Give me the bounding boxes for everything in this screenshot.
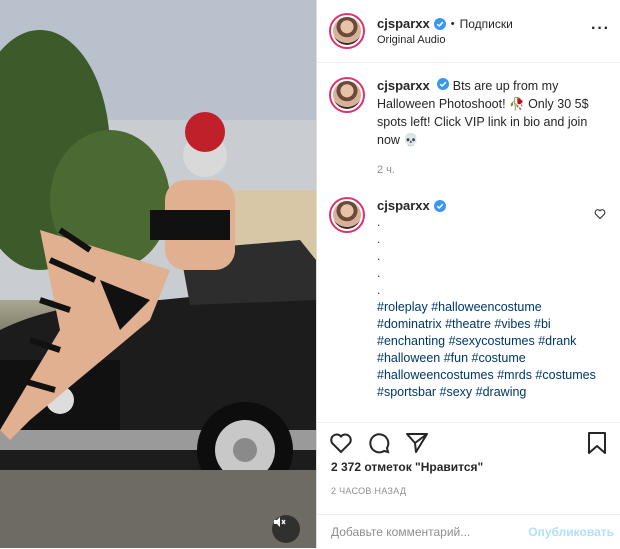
heart-icon[interactable] (329, 431, 353, 460)
avatar[interactable] (329, 197, 365, 233)
add-comment-bar: Добавьте комментарий... Опубликовать (317, 514, 620, 549)
mute-button[interactable] (272, 515, 300, 543)
likes-count[interactable]: 2 372 отметок "Нравится" (331, 460, 483, 474)
comment-dots: . . . . . (377, 215, 381, 297)
publish-button[interactable]: Опубликовать (528, 525, 614, 539)
comment-input[interactable]: Добавьте комментарий... (331, 525, 470, 539)
hashtag-comment: cjsparxx . . . . . #roleplay #halloweenc… (317, 179, 620, 401)
comment-icon[interactable] (367, 431, 391, 460)
verified-icon (433, 199, 446, 212)
follow-status-button[interactable]: Подписки (460, 17, 513, 31)
caption-comment: cjsparxx Bts are up from my Halloween Ph… (317, 63, 620, 179)
post-header: cjsparxx • Подписки Original Audio ··· (317, 0, 620, 63)
post-time-ago[interactable]: 2 ЧАСОВ НАЗАД (331, 486, 406, 496)
post-side-panel: cjsparxx • Подписки Original Audio ··· c… (317, 0, 620, 548)
post-photo[interactable] (0, 0, 316, 548)
share-icon[interactable] (405, 431, 429, 460)
bookmark-icon[interactable] (586, 431, 608, 460)
hashtags-text[interactable]: #roleplay #halloweencostume #dominatrix … (377, 299, 597, 401)
avatar[interactable] (329, 13, 365, 49)
caption-username[interactable]: cjsparxx (377, 78, 430, 93)
caption-timestamp[interactable]: 2 ч. (377, 161, 607, 179)
photo-illustration (0, 0, 316, 548)
more-icon[interactable]: ··· (591, 20, 610, 38)
audio-link[interactable]: Original Audio (377, 34, 513, 46)
comment-like-heart-icon[interactable] (594, 207, 606, 225)
author-username[interactable]: cjsparxx (377, 16, 430, 31)
action-bar (317, 422, 620, 459)
verified-icon (433, 17, 446, 30)
avatar[interactable] (329, 77, 365, 113)
comments-list[interactable]: cjsparxx Bts are up from my Halloween Ph… (317, 63, 620, 421)
separator-dot: • (450, 17, 455, 30)
verified-icon (437, 78, 450, 90)
comment-username[interactable]: cjsparxx (377, 197, 430, 214)
